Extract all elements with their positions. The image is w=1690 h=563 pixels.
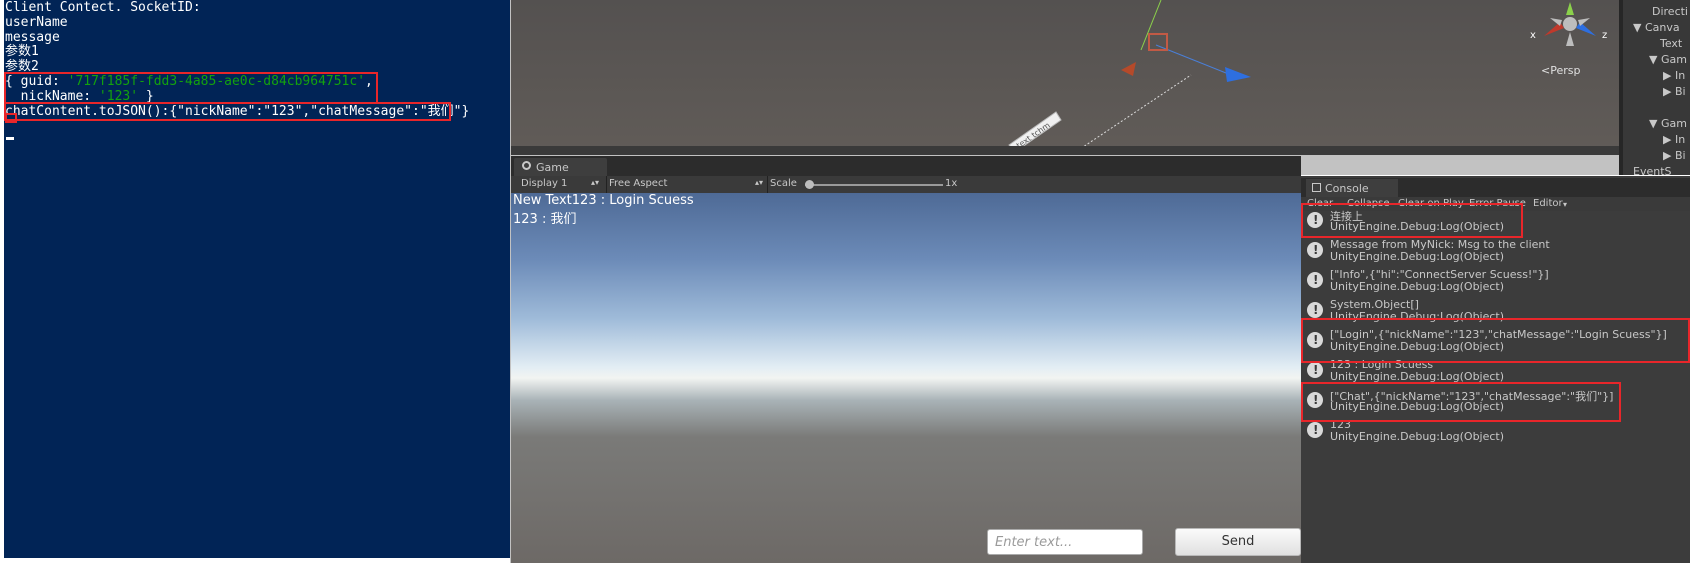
tab-console[interactable]: Console [1306, 179, 1398, 197]
log-message-icon [1307, 392, 1323, 408]
hierarchy-item-label: Canva [1644, 21, 1680, 34]
console-log-entry[interactable]: ["Info",{"hi":"ConnectServer Scuess!"}] … [1301, 266, 1690, 296]
terminal-nick-line: nickName: '123' } [5, 89, 154, 104]
scale-slider-thumb[interactable] [805, 180, 814, 189]
terminal-line: Client Contect. SocketID: [5, 0, 201, 15]
log-message-icon [1307, 242, 1323, 258]
console-log-entry[interactable]: 123 : Login Scuess UnityEngine.Debug:Log… [1301, 356, 1690, 386]
guid-suffix: , [365, 74, 373, 89]
hierarchy-item[interactable]: ▶ In [1663, 69, 1685, 82]
nick-suffix: } [138, 89, 154, 104]
log-trace: UnityEngine.Debug:Log(Object) [1330, 280, 1505, 293]
scene-divider [511, 146, 1619, 155]
hierarchy-item[interactable]: ▶ Bi [1663, 149, 1686, 162]
hierarchy-item-label: Bi [1674, 85, 1686, 98]
scene-geometry [1008, 0, 1251, 155]
hierarchy-item[interactable]: ▶ Bi [1663, 85, 1686, 98]
guid-value: '717f185f-fdd3-4a85-ae0c-d84cb964751c' [67, 74, 366, 89]
game-chat-line: New Text123 : Login Scuess [513, 193, 694, 208]
terminal-line: 参数1 [5, 44, 39, 59]
persp-label[interactable]: <Persp [1541, 64, 1580, 77]
tab-console-label: Console [1325, 182, 1369, 195]
hierarchy-item[interactable]: ▼ Canva [1633, 21, 1680, 34]
log-trace: UnityEngine.Debug:Log(Object) [1330, 430, 1505, 443]
hierarchy-item[interactable]: ▼ Gam [1649, 53, 1687, 66]
console-log-entry[interactable]: System.Object[] UnityEngine.Debug:Log(Ob… [1301, 296, 1690, 326]
toolbar-divider [767, 176, 768, 193]
log-message-icon [1307, 422, 1323, 438]
terminal-window: Client Contect. SocketID: userName messa… [0, 0, 510, 563]
log-trace: UnityEngine.Debug:Log(Object) [1330, 220, 1505, 233]
console-panel: Console Clear Collapse Clear on Play Err… [1301, 176, 1690, 563]
terminal-line: userName [5, 15, 68, 30]
log-trace: UnityEngine.Debug:Log(Object) [1330, 400, 1505, 413]
log-trace: UnityEngine.Debug:Log(Object) [1330, 310, 1505, 323]
chat-input-placeholder: Enter text... [995, 535, 1073, 550]
console-log-entry[interactable]: 连接上 UnityEngine.Debug:Log(Object) [1301, 206, 1690, 236]
hierarchy-item[interactable]: EventS [1633, 165, 1672, 175]
log-message-icon [1307, 212, 1323, 228]
game-toolbar: Display 1 ▴▾ Free Aspect ▴▾ Scale 1x [511, 176, 1301, 194]
hierarchy-item[interactable]: Directi [1652, 5, 1688, 18]
console-log-entry[interactable]: 123 UnityEngine.Debug:Log(Object) [1301, 416, 1690, 446]
hierarchy-item-label: In [1674, 133, 1686, 146]
chevron-down-icon: ▴▾ [755, 178, 764, 187]
hierarchy-item[interactable]: Text [1660, 37, 1682, 50]
game-tab-bar: Game [511, 156, 1301, 176]
terminal-json-line: chatContent.toJSON():{"nickName":"123","… [5, 104, 470, 119]
aspect-select[interactable]: Free Aspect [609, 178, 667, 189]
game-chat-line: 123 : 我们 [513, 212, 577, 227]
log-message-icon [1307, 332, 1323, 348]
log-message-icon [1307, 362, 1323, 378]
console-log-entry[interactable]: ["Chat",{"nickName":"123","chatMessage":… [1301, 386, 1690, 416]
terminal-cursor [6, 137, 14, 140]
nick-key: nickName: [5, 89, 99, 104]
terminal-line: 参数2 [5, 59, 39, 74]
game-view[interactable]: New Text123 : Login Scuess 123 : 我们 Ente… [511, 193, 1301, 563]
send-button-label: Send [1221, 534, 1255, 549]
scene-view[interactable]: text tchm [511, 0, 1619, 155]
console-log-entry[interactable]: Message from MyNick: Msg to the client U… [1301, 236, 1690, 266]
hierarchy-panel[interactable]: Directi ▼ Canva Text ▼ Gam ▶ In ▶ Bi ▼ G… [1619, 0, 1690, 175]
hierarchy-item[interactable]: ▶ In [1663, 133, 1685, 146]
tab-game-label: Game [536, 161, 569, 174]
orientation-gizmo[interactable]: x z [1530, 2, 1610, 58]
hierarchy-item-label: Gam [1660, 53, 1687, 66]
terminal-guid-line: { guid: '717f185f-fdd3-4a85-ae0c-d84cb96… [5, 74, 373, 89]
hierarchy-item-label: Bi [1674, 149, 1686, 162]
nick-value: '123' [98, 89, 139, 104]
game-controller-icon [522, 161, 531, 170]
log-message-icon [1307, 302, 1323, 318]
scale-label: Scale [770, 178, 797, 189]
console-icon [1312, 183, 1321, 192]
hierarchy-item[interactable]: ▼ Gam [1649, 117, 1687, 130]
send-button[interactable]: Send [1175, 528, 1301, 556]
scale-value: 1x [945, 178, 958, 189]
terminal-output[interactable]: Client Contect. SocketID: userName messa… [4, 0, 510, 558]
log-message-icon [1307, 272, 1323, 288]
chevron-down-icon: ▴▾ [591, 178, 600, 187]
log-trace: UnityEngine.Debug:Log(Object) [1330, 340, 1505, 353]
log-trace: UnityEngine.Debug:Log(Object) [1330, 370, 1505, 383]
chat-input[interactable]: Enter text... [987, 529, 1143, 555]
tab-game[interactable]: Game [514, 158, 607, 176]
gizmo-axes-icon [1544, 2, 1596, 46]
toolbar-divider [606, 176, 607, 193]
console-log-entry[interactable]: ["Login",{"nickName":"123","chatMessage"… [1301, 326, 1690, 356]
display-select[interactable]: Display 1 [521, 178, 567, 189]
terminal-line: message [5, 30, 60, 45]
scale-slider[interactable] [805, 180, 943, 189]
gizmo-x-label: x [1530, 30, 1536, 41]
log-trace: UnityEngine.Debug:Log(Object) [1330, 250, 1505, 263]
guid-key: { guid: [5, 74, 68, 89]
hierarchy-item-label: Gam [1660, 117, 1687, 130]
console-tab-bar: Console [1301, 178, 1690, 197]
hierarchy-item-label: In [1674, 69, 1686, 82]
gizmo-z-label: z [1602, 30, 1608, 41]
